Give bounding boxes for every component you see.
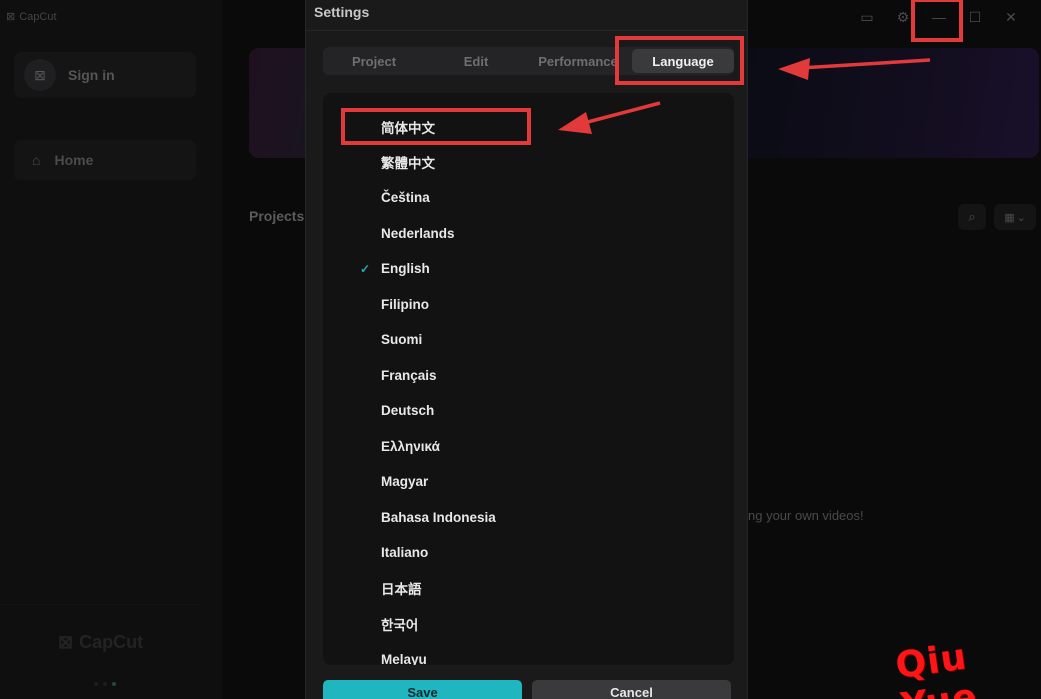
screen: ⊠ CapCut ⊠ Sign in ⌂ Home ⊠ CapCut Proje… <box>0 0 1041 699</box>
arrow-line-chinese <box>579 101 661 126</box>
arrow-line-language <box>799 58 931 70</box>
annotation-arrows <box>558 58 931 134</box>
arrow-head-chinese <box>558 112 592 134</box>
arrow-head-language <box>778 58 810 80</box>
